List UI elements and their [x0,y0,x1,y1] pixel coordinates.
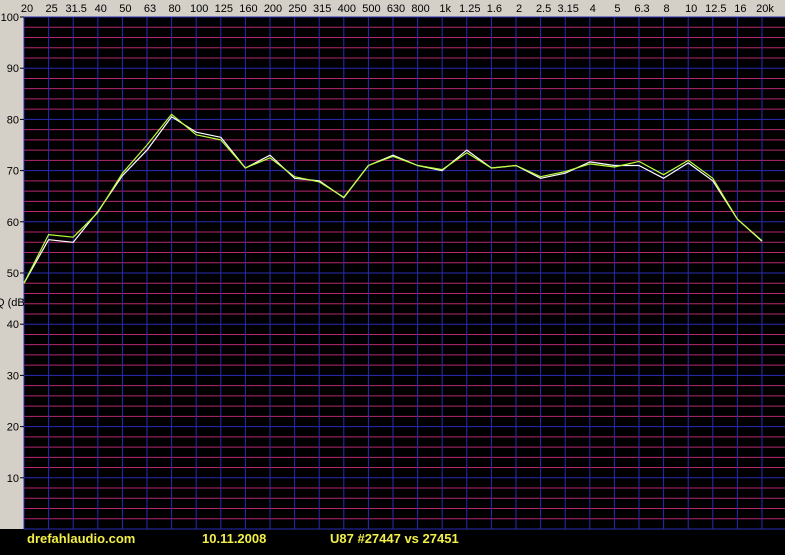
footer-description: U87 #27447 vs 27451 [330,531,459,546]
x-tick-label: 250 [288,3,306,15]
x-tick-label: 100 [190,3,208,15]
x-tick-label: 800 [411,3,429,15]
y-tick-label: 50 [7,268,19,280]
x-tick-label: 500 [362,3,380,15]
x-tick-label: 20 [21,3,33,15]
y-tick-label: 30 [7,370,19,382]
x-tick-label: 315 [313,3,331,15]
y-tick-label: 10 [7,473,19,485]
y-tick-label: 70 [7,166,19,178]
x-tick-label: 50 [119,3,131,15]
x-tick-label: 10 [685,3,697,15]
y-axis-label: Q (dB [0,297,25,309]
x-tick-label: 16 [734,3,746,15]
x-tick-label: 6.3 [634,3,649,15]
x-tick-label: 12.5 [705,3,726,15]
x-tick-label: 5 [614,3,620,15]
x-tick-label: 160 [239,3,257,15]
y-tick-label: 90 [7,63,19,75]
footer-caption: drefahlaudio.com 10.11.2008 U87 #27447 v… [0,529,785,555]
x-tick-label: 3.15 [557,3,578,15]
x-tick-label: 40 [95,3,107,15]
y-tick-label: 80 [7,114,19,126]
y-tick-label: 100 [1,12,19,24]
x-tick-label: 125 [215,3,233,15]
footer-site: drefahlaudio.com [27,531,136,546]
x-tick-label: 200 [264,3,282,15]
footer-date: 10.11.2008 [202,531,267,546]
x-tick-label: 31.5 [65,3,86,15]
x-tick-label: 20k [756,3,774,15]
x-tick-label: 63 [144,3,156,15]
x-tick-label: 1.6 [487,3,502,15]
x-tick-label: 400 [338,3,356,15]
x-tick-label: 1.25 [459,3,480,15]
y-tick-label: 40 [7,319,19,331]
x-tick-label: 4 [590,3,596,15]
frequency-response-chart: 20 25 31.5 40 50 63 80 100 125 160 200 250 315 400 500… [0,0,785,530]
y-tick-label: 60 [7,217,19,229]
y-tick-label: 20 [7,422,19,434]
x-tick-label: 1k [439,3,451,15]
x-tick-label: 2 [516,3,522,15]
x-tick-label: 8 [664,3,670,15]
x-tick-label: 25 [45,3,57,15]
x-tick-label: 630 [387,3,405,15]
x-tick-label: 2.5 [536,3,551,15]
x-tick-label: 80 [168,3,180,15]
